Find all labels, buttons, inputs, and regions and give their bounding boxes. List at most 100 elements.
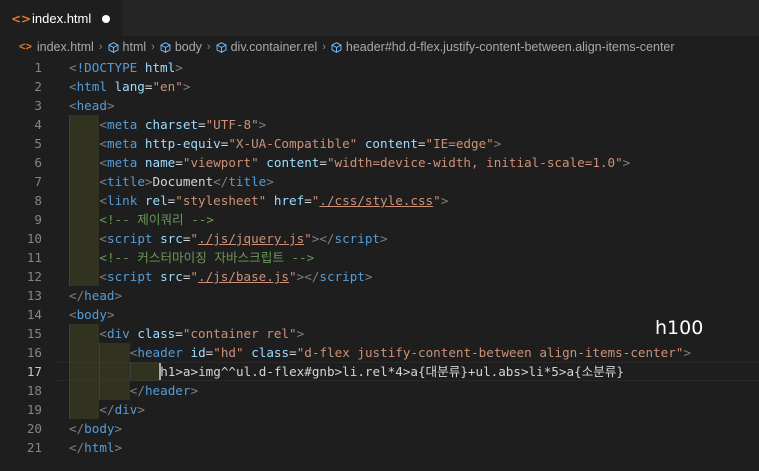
line-number[interactable]: 6 [0, 153, 42, 172]
indent-guide [99, 343, 130, 362]
code-text[interactable]: <meta name="viewport" content="width=dev… [99, 153, 630, 172]
code-token: < [99, 174, 107, 189]
code-line[interactable]: 12 <script src="./js/base.js"></script> [0, 267, 759, 286]
line-number[interactable]: 13 [0, 286, 42, 305]
tab-index-html[interactable]: <> index.html [0, 0, 122, 36]
code-token: > [114, 440, 123, 455]
code-text[interactable]: <body> [69, 305, 115, 324]
code-text[interactable]: <link rel="stylesheet" href="./css/style… [99, 191, 448, 210]
code-line[interactable]: 4 <meta charset="UTF-8"> [0, 115, 759, 134]
code-text[interactable]: </header> [130, 381, 198, 400]
code-token: script [334, 231, 381, 246]
line-number[interactable]: 15 [0, 324, 42, 343]
code-token: > [106, 307, 115, 322]
breadcrumb: <> index.html › html › body › div.container.rel… [0, 36, 759, 58]
code-editor[interactable]: 1 <!DOCTYPE html> 2 <html lang="en"> 3 <head>… [0, 58, 759, 471]
line-number[interactable]: 5 [0, 134, 42, 153]
code-line[interactable]: 3 <head> [0, 96, 759, 115]
code-line[interactable]: 15 <div class="container rel"> [0, 324, 759, 343]
code-line[interactable]: 19 </div> [0, 400, 759, 419]
line-number[interactable]: 21 [0, 438, 42, 457]
code-line[interactable]: 13 </head> [0, 286, 759, 305]
line-number[interactable]: 10 [0, 229, 42, 248]
code-token: = [417, 136, 426, 151]
code-token: < [99, 155, 107, 170]
breadcrumb-item[interactable]: header#hd.d-flex.justify-content-between… [331, 40, 675, 54]
code-text[interactable]: <meta http-equiv = "X-UA-Compatible" conte… [99, 134, 501, 153]
line-number[interactable]: 2 [0, 77, 42, 96]
code-text[interactable]: h1>a>img^^ul.d-flex#gnb>li.rel*4>a{대분류}+… [160, 362, 624, 381]
code-line[interactable]: 16 <header id="hd" class="d-flex justify-… [0, 343, 759, 362]
code-line[interactable]: 2 <html lang="en"> [0, 77, 759, 96]
code-text[interactable]: <div class="container rel"> [99, 324, 304, 343]
line-number[interactable]: 16 [0, 343, 42, 362]
line-number[interactable]: 18 [0, 381, 42, 400]
code-token: "container rel" [182, 326, 297, 341]
code-token: > [182, 79, 191, 94]
code-line[interactable]: 21 </html> [0, 438, 759, 457]
code-text[interactable]: <!DOCTYPE html> [69, 58, 183, 77]
breadcrumb-item[interactable]: html [108, 40, 146, 54]
code-line[interactable]: 9 <!-- 제이쿼리 --> [0, 210, 759, 229]
line-number[interactable]: 14 [0, 305, 42, 324]
line-number[interactable]: 17 [0, 362, 42, 381]
code-token: <!-- 커스터마이징 자바스크립트 --> [99, 250, 315, 265]
code-token: body [76, 307, 107, 322]
code-token: = [175, 326, 183, 341]
code-text[interactable]: <!-- 커스터마이징 자바스크립트 --> [99, 248, 314, 267]
line-number[interactable]: 20 [0, 419, 42, 438]
code-text[interactable]: <header id="hd" class="d-flex justify-co… [130, 343, 691, 362]
code-token: > [144, 174, 153, 189]
code-line[interactable]: 6 <meta name="viewport" content="width=de… [0, 153, 759, 172]
code-token: < [99, 117, 107, 132]
line-number[interactable]: 12 [0, 267, 42, 286]
code-text[interactable]: </div> [99, 400, 145, 419]
code-line[interactable]: 1 <!DOCTYPE html> [0, 58, 759, 77]
code-text[interactable]: <head> [69, 96, 115, 115]
line-number[interactable]: 19 [0, 400, 42, 419]
code-text[interactable]: <html lang="en"> [69, 77, 190, 96]
indent-guide [69, 324, 100, 343]
code-line[interactable]: 8 <link rel="stylesheet" href="./css/styl… [0, 191, 759, 210]
code-token: head [76, 98, 107, 113]
unsaved-dot-icon[interactable] [102, 15, 110, 23]
breadcrumb-item[interactable]: <> index.html [19, 40, 94, 54]
code-token: > [440, 193, 449, 208]
code-token: < [99, 269, 107, 284]
code-line[interactable]: 11 <!-- 커스터마이징 자바스크립트 --> [0, 248, 759, 267]
html-code-icon: <> [19, 41, 32, 53]
code-token: "UTF-8" [205, 117, 259, 132]
code-token: > [137, 402, 145, 417]
code-line[interactable]: 10 <script src="./js/jquery.js"></script> [0, 229, 759, 248]
breadcrumb-label: body [174, 40, 202, 54]
line-number[interactable]: 11 [0, 248, 42, 267]
indent-guide [69, 267, 100, 286]
line-number[interactable]: 1 [0, 58, 42, 77]
code-text[interactable]: </head> [69, 286, 122, 305]
code-line[interactable]: 7 <title>Document</title> [0, 172, 759, 191]
line-number[interactable]: 9 [0, 210, 42, 229]
code-text[interactable]: <script src="./js/base.js"></script> [99, 267, 372, 286]
breadcrumb-item[interactable]: div.container.rel [216, 40, 318, 54]
code-text[interactable]: </body> [69, 419, 122, 438]
code-line[interactable]: 18 </header> [0, 381, 759, 400]
code-line[interactable]: 17 h1>a>img^^ul.d-flex#gnb>li.rel*4>a{대분류… [0, 362, 759, 381]
code-line[interactable]: 5 <meta http-equiv = "X-UA-Compatible" cont… [0, 134, 759, 153]
code-text[interactable]: <meta charset="UTF-8"> [99, 115, 266, 134]
breadcrumb-item[interactable]: body [160, 40, 202, 54]
code-line[interactable]: 14 <body> [0, 305, 759, 324]
line-number[interactable]: 4 [0, 115, 42, 134]
indent-guide [69, 191, 100, 210]
code-text[interactable]: </html> [69, 438, 122, 457]
breadcrumb-label: div.container.rel [230, 40, 318, 54]
line-number[interactable]: 3 [0, 96, 42, 115]
code-text[interactable]: <!-- 제이쿼리 --> [99, 210, 214, 229]
line-number[interactable]: 7 [0, 172, 42, 191]
code-text[interactable]: <script src="./js/jquery.js"></script> [99, 229, 387, 248]
line-number[interactable]: 8 [0, 191, 42, 210]
code-token: " [190, 231, 199, 246]
code-text[interactable]: <title>Document</title> [99, 172, 273, 191]
code-line[interactable]: 20 </body> [0, 419, 759, 438]
indent-guide [69, 229, 100, 248]
